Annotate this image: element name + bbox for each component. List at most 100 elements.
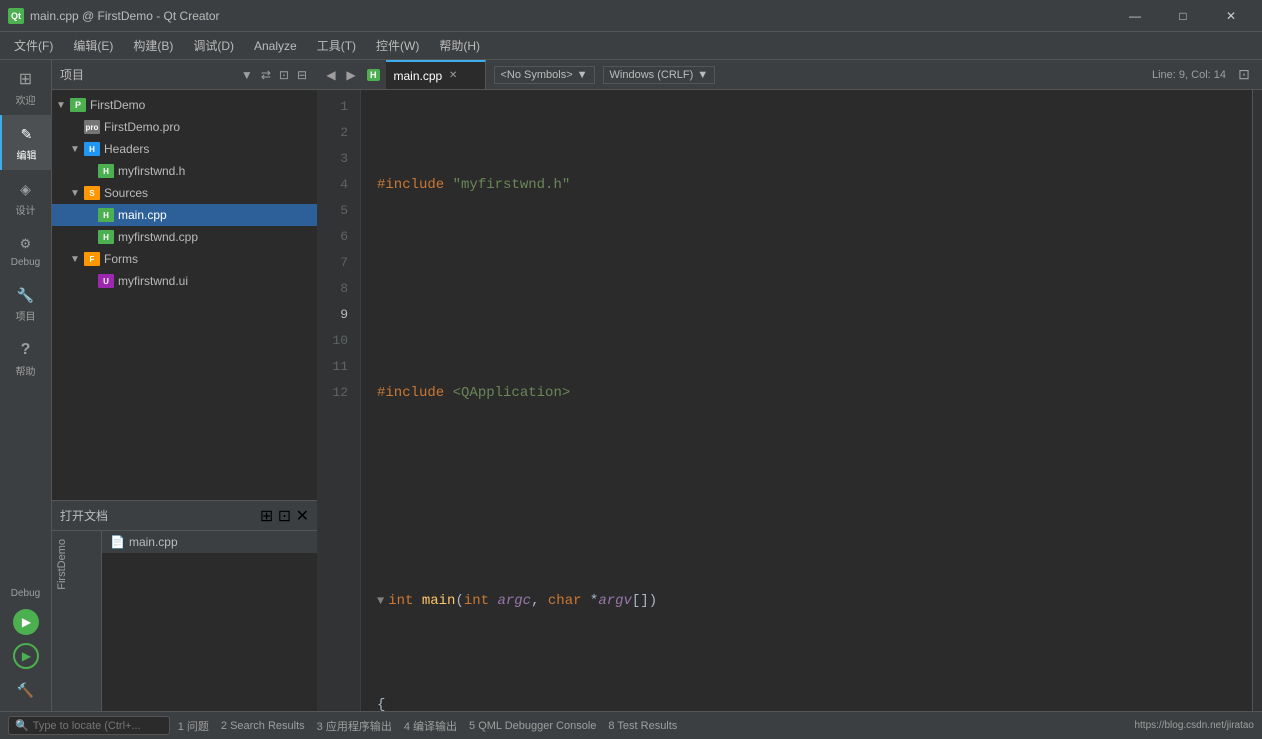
editor-scrollbar[interactable] xyxy=(1252,90,1262,711)
code-line-6: { xyxy=(373,692,1252,711)
minimize-button[interactable]: — xyxy=(1112,0,1158,32)
tab-nav-right[interactable]: ▶ xyxy=(341,60,361,89)
tree-item-sources[interactable]: ▼ S Sources xyxy=(52,182,317,204)
docs-pin-icon[interactable]: ⊞ xyxy=(260,508,273,525)
status-tab-qml[interactable]: 5 QML Debugger Console xyxy=(469,720,596,732)
line-1: 1 xyxy=(317,94,352,120)
menu-analyze[interactable]: Analyze xyxy=(244,35,307,57)
tree-item-myfirstwnd-ui[interactable]: U myfirstwnd.ui xyxy=(52,270,317,292)
code-line-3: #include <QApplication> xyxy=(373,380,1252,406)
status-tab-app-output[interactable]: 3 应用程序输出 xyxy=(317,718,392,734)
sidebar-item-help[interactable]: ? 帮助 xyxy=(0,331,52,386)
menu-build[interactable]: 构建(B) xyxy=(123,33,183,58)
menubar: 文件(F) 编辑(E) 构建(B) 调试(D) Analyze 工具(T) 控件… xyxy=(0,32,1262,60)
tree-arrow: ▼ xyxy=(56,100,70,111)
debug-run-button[interactable]: ▶ xyxy=(13,643,39,669)
window-title: main.cpp @ FirstDemo - Qt Creator xyxy=(30,9,1112,23)
sidebar-item-design[interactable]: ◈ 设计 xyxy=(0,170,52,225)
tree-item-main-cpp[interactable]: H main.cpp xyxy=(52,204,317,226)
open-docs-header: 打开文档 ⊞ ⊡ ✕ xyxy=(52,501,317,531)
tab-nav-left[interactable]: ◀ xyxy=(321,60,341,89)
tree-label: FirstDemo xyxy=(90,98,145,112)
sidebar-item-debug[interactable]: ⚙ Debug xyxy=(0,225,52,276)
build-button[interactable]: 🔨 xyxy=(13,677,39,703)
tree-item-myfirstwnd-cpp[interactable]: H myfirstwnd.cpp xyxy=(52,226,317,248)
menu-tools[interactable]: 工具(T) xyxy=(307,33,366,58)
sidebar-item-edit[interactable]: ✎ 编辑 xyxy=(0,115,52,170)
close-button[interactable]: ✕ xyxy=(1208,0,1254,32)
tree-item-forms[interactable]: ▼ F Forms xyxy=(52,248,317,270)
project-header-icons: ▼ ⇄ ⊡ ⊟ xyxy=(239,66,309,84)
line-4: 4 xyxy=(317,172,352,198)
symbol-selector-arrow: ▼ xyxy=(577,69,588,81)
status-tab-test[interactable]: 8 Test Results xyxy=(608,720,677,732)
debug-label: Debug xyxy=(11,257,40,268)
tree-item-headers[interactable]: ▼ H Headers xyxy=(52,138,317,160)
code-content[interactable]: #include "myfirstwnd.h" #include <QAppli… xyxy=(361,90,1252,711)
window-controls: — □ ✕ xyxy=(1112,0,1254,32)
expand-editor-icon[interactable]: ⊡ xyxy=(1234,66,1254,83)
tab-close-icon[interactable]: ✕ xyxy=(446,69,460,83)
encoding-selector[interactable]: Windows (CRLF) ▼ xyxy=(603,66,716,84)
status-tab-issues[interactable]: 1 问题 xyxy=(178,718,209,734)
code-editor[interactable]: 1 2 3 4 5 6 7 8 9 10 11 12 # xyxy=(317,90,1252,711)
tree-item-pro[interactable]: pro FirstDemo.pro xyxy=(52,116,317,138)
h-file-badge: H xyxy=(367,69,380,81)
firstdemo-tab-label: FirstDemo xyxy=(52,531,102,711)
menu-debug[interactable]: 调试(D) xyxy=(183,33,244,58)
project-file-icon: P xyxy=(70,98,86,112)
sync-icon[interactable]: ⇄ xyxy=(259,66,273,84)
app-icon: Qt xyxy=(8,8,24,24)
open-docs-icons: ⊞ ⊡ ✕ xyxy=(260,506,309,526)
forms-icon: F xyxy=(84,252,100,266)
menu-file[interactable]: 文件(F) xyxy=(4,33,63,58)
menu-help[interactable]: 帮助(H) xyxy=(429,33,490,58)
cursor-position: Line: 9, Col: 14 xyxy=(1152,69,1226,81)
tree-item-myfirstwnd-h[interactable]: H myfirstwnd.h xyxy=(52,160,317,182)
run-config-label: Debug xyxy=(0,585,52,601)
line-5: 5 xyxy=(317,198,352,224)
status-tabs: 1 问题 2 Search Results 3 应用程序输出 4 编译输出 5 … xyxy=(178,718,1127,734)
code-line-1: #include "myfirstwnd.h" xyxy=(373,172,1252,198)
expand-icon[interactable]: ⊡ xyxy=(277,66,291,84)
collapse-icon[interactable]: ⊟ xyxy=(295,66,309,84)
welcome-label: 欢迎 xyxy=(16,92,36,107)
tree-label: myfirstwnd.cpp xyxy=(118,230,198,244)
status-tab-build-output[interactable]: 4 编译输出 xyxy=(404,718,457,734)
help-label: 帮助 xyxy=(16,363,36,378)
menu-edit[interactable]: 编辑(E) xyxy=(63,33,123,58)
tab-main-cpp[interactable]: main.cpp ✕ xyxy=(386,60,486,89)
tree-label: Sources xyxy=(104,186,148,200)
tree-label: FirstDemo.pro xyxy=(104,120,180,134)
right-content: ◀ ▶ H main.cpp ✕ <No Symbols> ▼ Windows … xyxy=(317,60,1262,711)
left-sidebar: ⊞ 欢迎 ✎ 编辑 ◈ 设计 ⚙ Debug 🔧 项目 ? 帮助 Debug xyxy=(0,60,52,711)
line-12: 12 xyxy=(317,380,352,406)
symbol-selector[interactable]: <No Symbols> ▼ xyxy=(494,66,595,84)
sources-icon: S xyxy=(84,186,100,200)
sidebar-item-welcome[interactable]: ⊞ 欢迎 xyxy=(0,60,52,115)
doc-item-main-cpp[interactable]: 📄 main.cpp xyxy=(102,531,317,553)
ui-file-icon: U xyxy=(98,274,114,288)
headers-icon: H xyxy=(84,142,100,156)
encoding-label: Windows (CRLF) xyxy=(610,69,694,81)
search-input[interactable] xyxy=(33,720,163,732)
tree-label: myfirstwnd.ui xyxy=(118,274,188,288)
design-label: 设计 xyxy=(16,202,36,217)
docs-close-icon[interactable]: ✕ xyxy=(296,508,309,525)
doc-label: main.cpp xyxy=(129,535,178,549)
project-label: 项目 xyxy=(16,308,36,323)
docs-expand-icon[interactable]: ⊡ xyxy=(278,508,291,525)
content-row: ⊞ 欢迎 ✎ 编辑 ◈ 设计 ⚙ Debug 🔧 项目 ? 帮助 Debug xyxy=(0,60,1262,711)
fold-arrow: ▼ xyxy=(377,588,384,614)
filter-icon[interactable]: ▼ xyxy=(239,66,255,84)
tree-item-firstdemo[interactable]: ▼ P FirstDemo xyxy=(52,94,317,116)
sidebar-item-project[interactable]: 🔧 项目 xyxy=(0,276,52,331)
search-box[interactable]: 🔍 xyxy=(8,716,170,735)
menu-controls[interactable]: 控件(W) xyxy=(366,33,429,58)
h-file-icon: H xyxy=(98,164,114,178)
line-7: 7 xyxy=(317,250,352,276)
status-tab-search[interactable]: 2 Search Results xyxy=(221,720,305,732)
debug-icon: ⚙ xyxy=(15,233,37,255)
maximize-button[interactable]: □ xyxy=(1160,0,1206,32)
run-button[interactable]: ▶ xyxy=(13,609,39,635)
